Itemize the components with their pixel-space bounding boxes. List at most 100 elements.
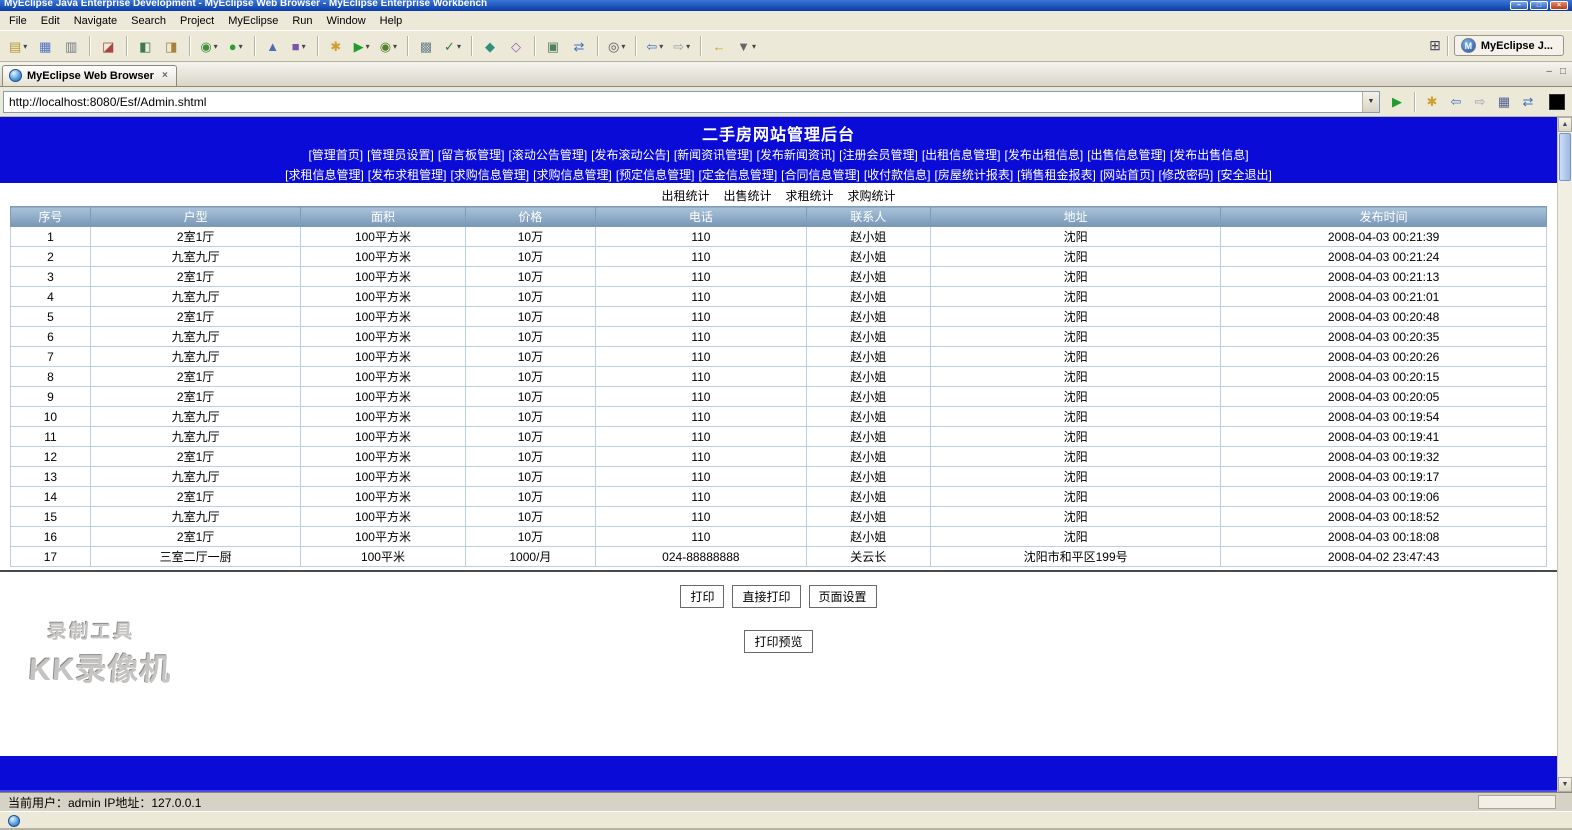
stats-link[interactable]: 出售统计 (723, 189, 771, 203)
nav-link[interactable]: [发布滚动公告] (591, 148, 670, 162)
quick-launch-icon[interactable]: ✱ (325, 34, 347, 58)
nav-link[interactable]: [合同信息管理] (781, 168, 860, 182)
nav-link[interactable]: [修改密码] (1159, 168, 1214, 182)
scrollbar-thumb[interactable] (1559, 133, 1571, 181)
back-icon[interactable]: ⇦ ▾ (643, 34, 666, 58)
menu-item-run[interactable]: Run (285, 13, 319, 29)
dropdown-arrow-icon[interactable]: ▾ (23, 42, 27, 51)
menu-item-navigate[interactable]: Navigate (67, 13, 124, 29)
print-icon[interactable]: ▥ (60, 34, 82, 58)
debug-config-icon[interactable]: ◉ ▾ (197, 34, 220, 58)
nav-link[interactable]: [安全退出] (1217, 168, 1272, 182)
dropdown-arrow-icon[interactable]: ▾ (686, 42, 690, 51)
perspective-button[interactable]: M MyEclipse J... (1453, 35, 1564, 56)
nav-link[interactable]: [销售租金报表] (1017, 168, 1096, 182)
highlight-icon[interactable]: ✱ (1422, 90, 1442, 114)
scrollbar-track[interactable] (1558, 182, 1572, 777)
dropdown-arrow-icon[interactable]: ▾ (239, 42, 243, 51)
print-preview-button[interactable]: 打印预览 (744, 630, 813, 653)
scroll-down-icon[interactable]: ▼ (1558, 777, 1572, 792)
nav-link[interactable]: [注册会员管理] (839, 148, 918, 162)
open-perspective-icon[interactable]: ⊞ (1429, 37, 1441, 54)
nav-link[interactable]: [滚动公告管理] (508, 148, 587, 162)
run-config-icon[interactable]: ● ▾ (225, 34, 247, 58)
nav-link[interactable]: [出租信息管理] (922, 148, 1001, 162)
nav-link[interactable]: [求购信息管理] (533, 168, 612, 182)
dropdown-arrow-icon[interactable]: ▾ (214, 42, 218, 51)
url-dropdown-icon[interactable]: ▼ (1362, 91, 1379, 112)
menu-item-help[interactable]: Help (373, 13, 410, 29)
menu-item-myeclipse[interactable]: MyEclipse (221, 13, 285, 29)
dropdown-arrow-icon[interactable]: ▾ (366, 42, 370, 51)
print-button[interactable]: 页面设置 (808, 585, 877, 608)
nav-link[interactable]: [求租信息管理] (285, 168, 364, 182)
window-maximize-icon[interactable]: □ (1530, 1, 1548, 10)
go-icon[interactable]: ▶ (1387, 90, 1407, 114)
new-project-icon[interactable]: ◪ (97, 34, 119, 58)
dropdown-arrow-icon[interactable]: ▾ (659, 42, 663, 51)
run-ant-icon[interactable]: ◧ (134, 34, 156, 58)
nav-link[interactable]: [发布新闻资讯] (757, 148, 836, 162)
print-button[interactable]: 直接打印 (732, 585, 801, 608)
stats-link[interactable]: 求购统计 (848, 189, 896, 203)
annotations-icon[interactable]: ▼ ▾ (734, 34, 759, 58)
vertical-scrollbar[interactable]: ▲ ▼ (1557, 117, 1572, 792)
stats-link[interactable]: 求租统计 (786, 189, 834, 203)
stats-link[interactable]: 出租统计 (661, 189, 709, 203)
nav-link[interactable]: [新闻资讯管理] (674, 148, 753, 162)
run-icon[interactable]: ▶ ▾ (351, 34, 373, 58)
nav-link[interactable]: [收付款信息] (864, 168, 931, 182)
window-close-icon[interactable]: × (1550, 1, 1568, 10)
dropdown-arrow-icon[interactable]: ▾ (621, 42, 625, 51)
monitor-icon[interactable]: ▦ (1494, 90, 1514, 114)
scroll-up-icon[interactable]: ▲ (1558, 117, 1572, 132)
server-icon[interactable]: ■ ▾ (288, 34, 310, 58)
nav-link[interactable]: [发布出售信息] (1170, 148, 1249, 162)
tab-close-icon[interactable]: × (162, 70, 168, 81)
nav-link[interactable]: [定金信息管理] (698, 168, 777, 182)
external-tools-icon[interactable]: ◨ (160, 34, 182, 58)
dropdown-arrow-icon[interactable]: ▾ (457, 42, 461, 51)
new-package-icon[interactable]: ◇ (505, 34, 527, 58)
db-explorer-icon[interactable]: ▣ (542, 34, 564, 58)
nav-link[interactable]: [房屋统计报表] (935, 168, 1014, 182)
nav-link[interactable]: [预定信息管理] (616, 168, 695, 182)
tab-myeclipse-web-browser[interactable]: MyEclipse Web Browser × (2, 65, 177, 86)
menu-item-search[interactable]: Search (124, 13, 173, 29)
forward-icon[interactable]: ⇨ ▾ (670, 34, 693, 58)
minimize-view-icon[interactable]: – (1546, 66, 1552, 77)
maximize-view-icon[interactable]: □ (1560, 66, 1566, 77)
dropdown-arrow-icon[interactable]: ▾ (302, 42, 306, 51)
nav-link[interactable]: [管理员设置] (367, 148, 434, 162)
nav-link[interactable]: [网站首页] (1100, 168, 1155, 182)
validate-icon[interactable]: ✓ ▾ (441, 34, 464, 58)
url-input[interactable] (4, 91, 1362, 112)
new-class-icon[interactable]: ◆ (479, 34, 501, 58)
menu-item-project[interactable]: Project (173, 13, 221, 29)
back-icon[interactable]: ⇦ (1446, 90, 1466, 114)
deploy-icon[interactable]: ▲ (262, 34, 284, 58)
nav-link[interactable]: [发布出租信息] (1005, 148, 1084, 162)
search-icon[interactable]: ◎ ▾ (605, 34, 628, 58)
nav-link[interactable]: [管理首页] (308, 148, 363, 162)
nav-link[interactable]: [出售信息管理] (1087, 148, 1166, 162)
horizontal-scrollbar[interactable] (1478, 795, 1556, 809)
menu-item-file[interactable]: File (2, 13, 34, 29)
window-minimize-icon[interactable]: – (1510, 1, 1528, 10)
sync-icon[interactable]: ⇄ (568, 34, 590, 58)
debug-icon[interactable]: ◉ ▾ (377, 34, 400, 58)
new-wizard-icon[interactable]: ▤ ▾ (6, 34, 30, 58)
last-edit-location-icon[interactable]: ← (708, 34, 730, 58)
save-icon[interactable]: ▦ (34, 34, 56, 58)
refresh-icon[interactable]: ⇄ (1518, 90, 1538, 114)
nav-link[interactable]: [留言板管理] (438, 148, 505, 162)
dropdown-arrow-icon[interactable]: ▾ (752, 42, 756, 51)
menu-item-window[interactable]: Window (320, 13, 373, 29)
dropdown-arrow-icon[interactable]: ▾ (393, 42, 397, 51)
build-icon[interactable]: ▩ (415, 34, 437, 58)
print-button[interactable]: 打印 (680, 585, 725, 608)
nav-link[interactable]: [求购信息管理] (450, 168, 529, 182)
menu-item-edit[interactable]: Edit (34, 13, 67, 29)
nav-link[interactable]: [发布求租管理] (368, 168, 447, 182)
forward-icon[interactable]: ⇨ (1470, 90, 1490, 114)
